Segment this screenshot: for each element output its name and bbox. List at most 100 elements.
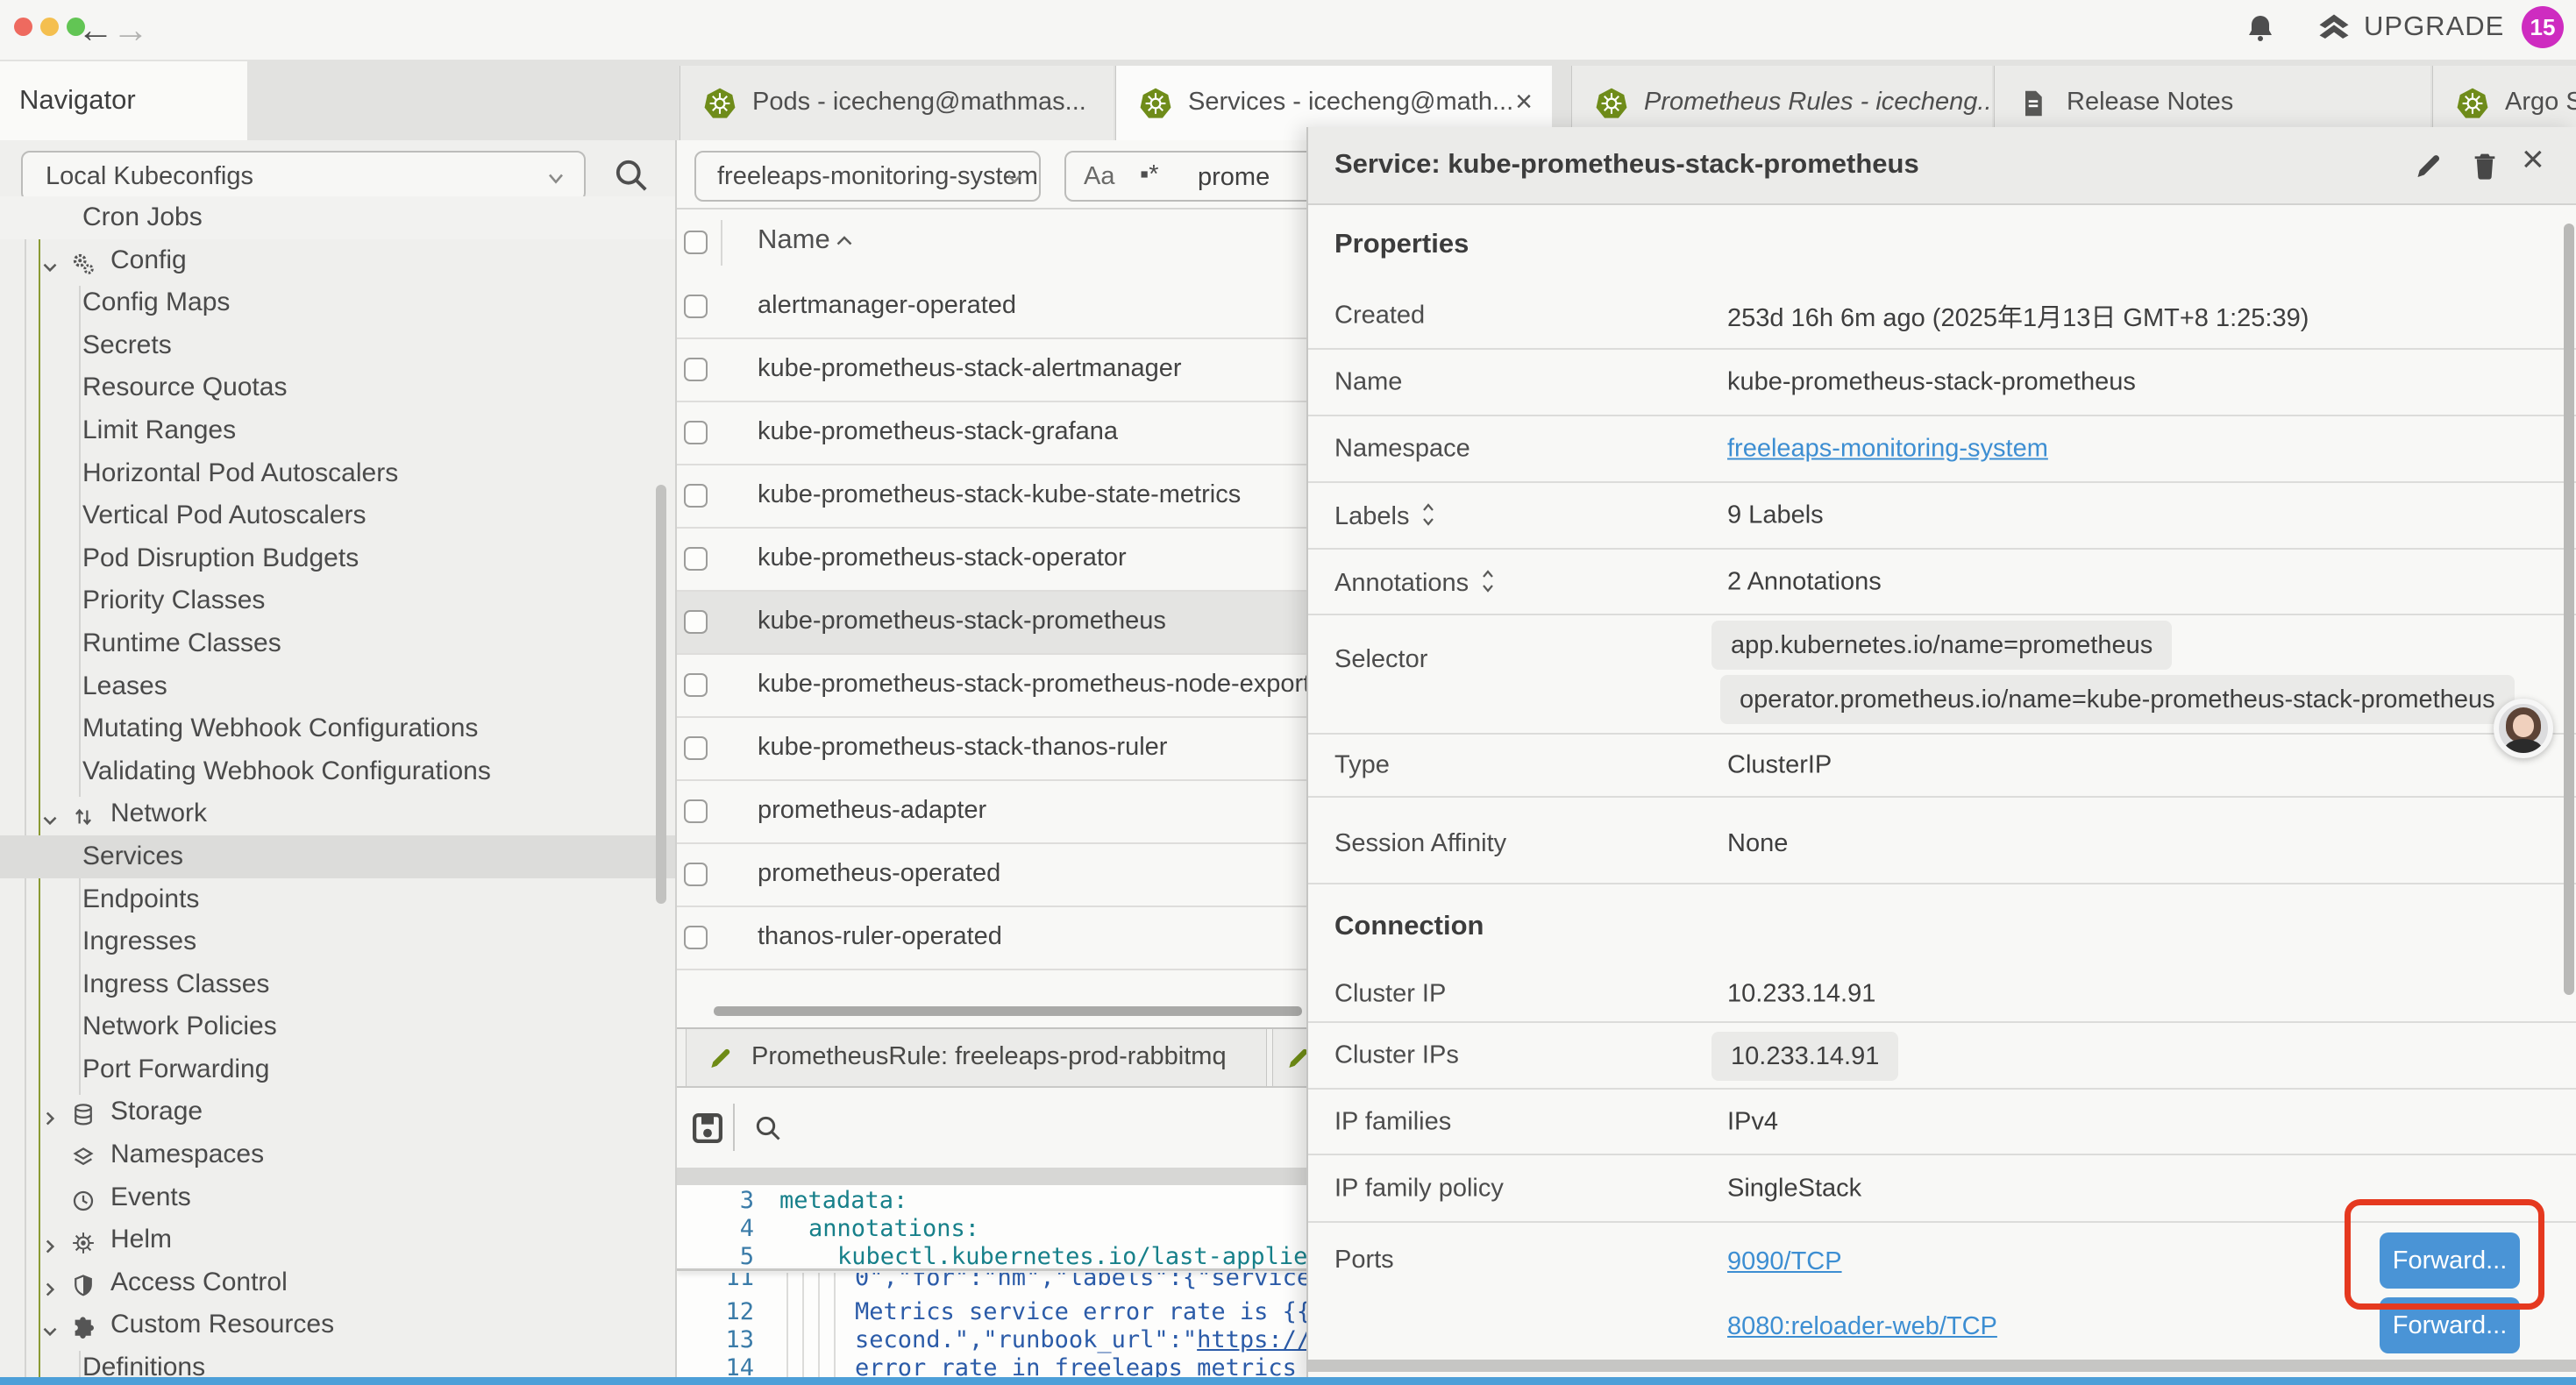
table-row[interactable]: thanos-ruler-operated — [677, 907, 1324, 970]
close-window-button[interactable] — [14, 18, 32, 36]
name-column-header[interactable]: Name — [758, 224, 830, 255]
sidebar-item-network[interactable]: Network — [0, 792, 675, 835]
edit-icon[interactable] — [2411, 148, 2446, 183]
editor-scroll-track[interactable] — [677, 1168, 1324, 1185]
sidebar-item-events[interactable]: Events — [0, 1176, 675, 1219]
tab-navigator[interactable]: Navigator — [0, 61, 247, 140]
table-row[interactable]: alertmanager-operated — [677, 276, 1324, 339]
annotations-value[interactable]: 2 Annotations — [1727, 567, 1882, 596]
bell-icon[interactable] — [2243, 11, 2278, 47]
sort-ascending-icon[interactable] — [831, 229, 857, 255]
chevron-right-icon[interactable] — [39, 1272, 61, 1295]
match-case-toggle[interactable]: Aa — [1084, 162, 1114, 191]
table-row[interactable]: kube-prometheus-stack-grafana — [677, 402, 1324, 465]
sidebar-item-config-maps[interactable]: Config Maps — [0, 281, 675, 324]
row-checkbox[interactable] — [684, 736, 708, 760]
sidebar-item-leases[interactable]: Leases — [0, 665, 675, 708]
row-checkbox[interactable] — [684, 610, 708, 634]
search-icon[interactable] — [751, 1111, 786, 1146]
sidebar-item-helm[interactable]: Helm — [0, 1218, 675, 1261]
sidebar-search-icon[interactable] — [608, 151, 654, 200]
minimize-window-button[interactable] — [40, 18, 59, 36]
sidebar-item-pod-disruption-budgets[interactable]: Pod Disruption Budgets — [0, 537, 675, 580]
table-row[interactable]: prometheus-adapter — [677, 781, 1324, 844]
sidebar-item-port-forwarding[interactable]: Port Forwarding — [0, 1048, 675, 1091]
port-link[interactable]: 8080:reloader-web/TCP — [1727, 1312, 1997, 1341]
chevron-down-icon[interactable] — [39, 1314, 61, 1337]
row-checkbox[interactable] — [684, 799, 708, 823]
upgrade-label[interactable]: UPGRADE — [2364, 11, 2504, 42]
selector-chip[interactable]: operator.prometheus.io/name=kube-prometh… — [1720, 675, 2515, 724]
cluster-ips-chip[interactable]: 10.233.14.91 — [1711, 1032, 1898, 1081]
namespace-select[interactable]: freeleaps-monitoring-system — [694, 151, 1041, 202]
sidebar-item-resource-quotas[interactable]: Resource Quotas — [0, 366, 675, 409]
sidebar-item-mutating-webhook-configurations[interactable]: Mutating Webhook Configurations — [0, 707, 675, 750]
sidebar-item-horizontal-pod-autoscalers[interactable]: Horizontal Pod Autoscalers — [0, 452, 675, 495]
table-row[interactable]: kube-prometheus-stack-prometheus — [677, 592, 1324, 655]
sidebar-item-cron-jobs[interactable]: Cron Jobs — [0, 196, 675, 239]
code-link[interactable]: https://net — [1197, 1326, 1324, 1353]
sidebar-item-config[interactable]: Config — [0, 239, 675, 282]
sidebar-item-secrets[interactable]: Secrets — [0, 324, 675, 367]
row-checkbox[interactable] — [684, 484, 708, 508]
selector-chip[interactable]: app.kubernetes.io/name=prometheus — [1711, 621, 2172, 670]
user-avatar[interactable] — [2494, 699, 2553, 758]
expand-collapse-icon[interactable] — [1477, 566, 1498, 593]
select-all-checkbox[interactable] — [684, 231, 708, 254]
yaml-editor[interactable]: 3metadata:4annotations:5kubectl.kubernet… — [677, 1185, 1324, 1385]
sidebar-item-access-control[interactable]: Access Control — [0, 1261, 675, 1304]
table-row[interactable]: prometheus-operated — [677, 844, 1324, 907]
port-link[interactable]: 9090/TCP — [1727, 1247, 1842, 1276]
sidebar-item-custom-resources[interactable]: Custom Resources — [0, 1303, 675, 1346]
close-tab-icon[interactable]: × — [1515, 85, 1533, 119]
row-checkbox[interactable] — [684, 295, 708, 318]
row-checkbox[interactable] — [684, 863, 708, 886]
back-arrow-icon[interactable]: ← — [77, 2, 114, 58]
row-checkbox[interactable] — [684, 926, 708, 949]
sidebar-item-namespaces[interactable]: Namespaces — [0, 1133, 675, 1176]
sidebar-item-network-policies[interactable]: Network Policies — [0, 1005, 675, 1048]
row-checkbox[interactable] — [684, 547, 708, 571]
sidebar-item-services[interactable]: Services — [0, 835, 675, 878]
sidebar-item-validating-webhook-configurations[interactable]: Validating Webhook Configurations — [0, 750, 675, 793]
horizontal-scrollbar[interactable] — [714, 1006, 1302, 1016]
tab-pods-icecheng-mathmas[interactable]: Pods - icecheng@mathmas... — [680, 66, 1114, 140]
filter-input[interactable] — [1198, 160, 1324, 195]
close-icon[interactable]: × — [2522, 138, 2544, 181]
save-icon[interactable] — [689, 1110, 726, 1147]
table-row[interactable]: kube-prometheus-stack-operator — [677, 529, 1324, 592]
notification-count-badge[interactable]: 15 — [2522, 6, 2564, 48]
regex-toggle[interactable]: ▪* — [1140, 160, 1159, 189]
row-checkbox[interactable] — [684, 673, 708, 697]
sidebar-item-limit-ranges[interactable]: Limit Ranges — [0, 409, 675, 452]
row-checkbox[interactable] — [684, 358, 708, 381]
namespace-link[interactable]: freeleaps-monitoring-system — [1727, 435, 2048, 464]
table-row[interactable]: kube-prometheus-stack-alertmanager — [677, 339, 1324, 402]
labels-value[interactable]: 9 Labels — [1727, 501, 1824, 530]
drawer-scrollbar[interactable] — [2564, 224, 2574, 995]
chevron-right-icon[interactable] — [39, 1101, 61, 1124]
forward-arrow-icon[interactable]: → — [112, 2, 149, 58]
editor-tab-prometheusrule[interactable]: PrometheusRule: freeleaps-prod-rabbitmq — [686, 1029, 1267, 1086]
row-checkbox[interactable] — [684, 421, 708, 444]
sidebar-item-endpoints[interactable]: Endpoints — [0, 878, 675, 921]
chevron-right-icon[interactable] — [39, 1229, 61, 1252]
chevron-down-icon[interactable] — [39, 250, 61, 273]
table-row[interactable]: kube-prometheus-stack-kube-state-metrics — [677, 465, 1324, 529]
kubeconfig-select[interactable]: Local Kubeconfigs — [21, 151, 586, 202]
sidebar-item-ingresses[interactable]: Ingresses — [0, 920, 675, 963]
sidebar-scrollbar[interactable] — [656, 485, 666, 904]
drawer-horizontal-scrollbar[interactable] — [1308, 1360, 2576, 1372]
table-row[interactable]: kube-prometheus-stack-prometheus-node-ex… — [677, 655, 1324, 718]
sidebar-item-storage[interactable]: Storage — [0, 1090, 675, 1133]
delete-icon[interactable] — [2467, 148, 2502, 183]
expand-collapse-icon[interactable] — [1418, 500, 1439, 526]
chevron-down-icon[interactable] — [39, 803, 61, 826]
sidebar-item-ingress-classes[interactable]: Ingress Classes — [0, 963, 675, 1006]
table-row[interactable]: kube-prometheus-stack-thanos-ruler — [677, 718, 1324, 781]
upgrade-icon[interactable] — [2315, 10, 2353, 48]
name-filter-box[interactable]: Aa ▪* — [1064, 151, 1324, 202]
sidebar-item-priority-classes[interactable]: Priority Classes — [0, 579, 675, 622]
sidebar-item-runtime-classes[interactable]: Runtime Classes — [0, 622, 675, 665]
sidebar-item-vertical-pod-autoscalers[interactable]: Vertical Pod Autoscalers — [0, 494, 675, 537]
